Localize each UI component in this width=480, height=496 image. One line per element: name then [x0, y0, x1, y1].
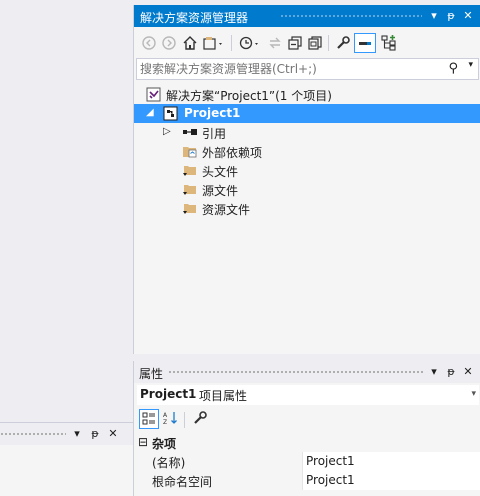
properties-title: 属性 [139, 367, 164, 381]
close-icon[interactable]: ✕ [461, 8, 475, 24]
collapse-category-icon[interactable]: ⊟ [138, 435, 148, 449]
solution-explorer-title: 解决方案资源管理器 [140, 11, 249, 25]
bottom-tool-window-header: ▾ ᵽ ✕ [0, 423, 133, 445]
switch-views-icon[interactable] [202, 33, 226, 53]
property-value: Project1 [306, 454, 355, 468]
tree-item-solution[interactable]: 解决方案“Project1”(1 个项目) [134, 85, 480, 104]
property-name: (名称) [152, 456, 186, 470]
collapse-arrow-icon[interactable]: ◢ [146, 107, 154, 118]
show-all-files-icon[interactable] [306, 33, 324, 53]
tree-item-resource-files[interactable]: 资源文件 [134, 199, 480, 218]
back-icon[interactable] [140, 33, 158, 53]
object-selector[interactable]: Project1 项目属性 ▾ [137, 385, 479, 405]
expand-arrow-icon[interactable]: ▷ [163, 126, 171, 137]
forward-icon[interactable] [160, 33, 178, 53]
chevron-down-icon[interactable]: ▾ [471, 389, 476, 399]
properties-window: 属性 ▾ ᵽ ✕ Project1 项目属性 ▾ AZ ⊟ 杂项 (名称) Pr… [133, 361, 480, 496]
search-icon[interactable]: ⚲ [448, 61, 458, 76]
tree-item-label: 源文件 [202, 184, 239, 198]
property-row[interactable]: 根命名空间 Project1 [134, 471, 480, 490]
tree-item-label: 外部依赖项 [202, 146, 263, 160]
tree-item-source-files[interactable]: 源文件 [134, 180, 480, 199]
alphabetical-icon[interactable]: AZ [162, 409, 180, 429]
solution-explorer-titlebar[interactable]: 解决方案资源管理器 ▾ ᵽ ✕ [134, 5, 480, 27]
tree-item-label: Project1 [184, 106, 241, 120]
toolbar-separator [328, 35, 329, 51]
folder-icon [182, 163, 198, 178]
references-icon [182, 125, 198, 140]
sync-icon[interactable] [266, 33, 284, 53]
svg-text:A: A [163, 412, 168, 419]
tree-item-label: 头文件 [202, 165, 239, 179]
collapse-all-icon[interactable] [286, 33, 304, 53]
properties-titlebar[interactable]: 属性 ▾ ᵽ ✕ [134, 361, 480, 383]
toolbar-separator [231, 35, 232, 51]
toolbar-separator [184, 412, 185, 428]
search-options-dropdown-icon[interactable]: ▾ [468, 60, 473, 70]
solution-explorer-toolbar [134, 27, 480, 59]
preview-icon[interactable] [354, 33, 376, 53]
properties-icon[interactable] [334, 33, 352, 53]
object-name: Project1 [140, 387, 197, 401]
bottom-tool-window: ▾ ᵽ ✕ [0, 422, 133, 496]
folder-icon [182, 182, 198, 197]
object-type: 项目属性 [199, 389, 248, 403]
solution-explorer: 解决方案资源管理器 ▾ ᵽ ✕ 搜索解决方案资源管理器(Ctrl+;) ⚲ ▾ … [133, 5, 480, 354]
pin-icon[interactable]: ᵽ [88, 426, 102, 442]
svg-text:Z: Z [163, 419, 167, 425]
solution-search-input[interactable] [140, 61, 450, 77]
drag-grip[interactable] [280, 14, 422, 19]
property-name: 根命名空间 [152, 475, 213, 489]
solution-search-box[interactable]: ⚲ ▾ [136, 58, 479, 80]
folder-icon [182, 201, 198, 216]
bottom-tool-window-body [0, 445, 133, 496]
close-icon[interactable]: ✕ [106, 426, 120, 442]
pin-icon[interactable]: ᵽ [444, 8, 458, 24]
categorized-icon[interactable] [139, 409, 159, 429]
solution-icon [146, 87, 162, 102]
property-row[interactable]: (名称) Project1 [134, 452, 480, 471]
pin-icon[interactable]: ᵽ [444, 364, 458, 380]
property-pages-icon[interactable] [191, 409, 209, 429]
drag-grip[interactable] [168, 370, 424, 375]
tree-item-references[interactable]: ▷ 引用 [134, 123, 480, 142]
properties-toolbar: AZ [134, 407, 480, 431]
tree-item-header-files[interactable]: 头文件 [134, 161, 480, 180]
view-class-icon[interactable] [380, 33, 398, 53]
project-icon [163, 106, 179, 121]
home-icon[interactable] [181, 33, 199, 53]
external-deps-icon [182, 144, 198, 159]
tree-item-label: 引用 [202, 127, 227, 141]
window-position-dropdown-icon[interactable]: ▾ [427, 8, 441, 24]
tree-item-project[interactable]: ◢ Project1 [134, 104, 480, 123]
window-position-dropdown-icon[interactable]: ▾ [70, 426, 84, 442]
pending-changes-icon[interactable] [238, 33, 264, 53]
category-row[interactable]: ⊟ 杂项 [134, 433, 480, 452]
window-position-dropdown-icon[interactable]: ▾ [427, 364, 441, 380]
property-value: Project1 [306, 473, 355, 487]
close-icon[interactable]: ✕ [461, 364, 475, 380]
tree-item-label: 资源文件 [202, 203, 251, 217]
tree-item-label: 解决方案“Project1”(1 个项目) [166, 89, 332, 103]
tree-item-external-deps[interactable]: 外部依赖项 [134, 142, 480, 161]
drag-grip[interactable] [0, 432, 66, 437]
category-label: 杂项 [152, 437, 177, 451]
